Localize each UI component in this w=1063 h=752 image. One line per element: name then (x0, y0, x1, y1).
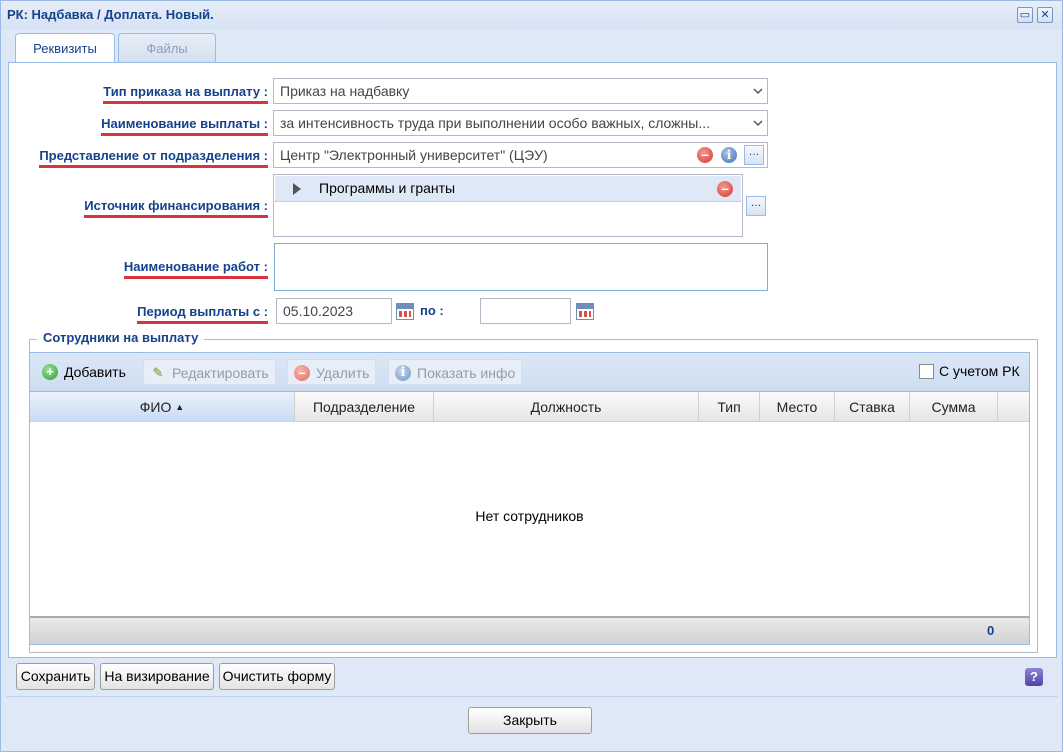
plus-icon: + (42, 364, 58, 380)
payment-name-combo[interactable]: за интенсивность труда при выполнении ос… (273, 110, 768, 136)
department-field[interactable]: Центр "Электронный университет" (ЦЭУ) – … (273, 142, 768, 168)
select-funding-button[interactable]: … (746, 196, 766, 216)
work-name-label: Наименование работ : (123, 259, 268, 279)
column-header-label: ФИО (139, 399, 172, 415)
close-button[interactable]: Закрыть (468, 707, 592, 734)
column-header-type[interactable]: Тип (699, 392, 760, 422)
order-type-label: Тип приказа на выплату : (103, 84, 268, 104)
show-info-button[interactable]: i Показать инфо (388, 359, 523, 385)
order-type-combo[interactable]: Приказ на надбавку (273, 78, 768, 104)
grid-summary-row: 0 (30, 616, 1029, 644)
with-rk-label: С учетом РК (939, 363, 1020, 379)
delete-employee-button[interactable]: – Удалить (287, 359, 377, 385)
edit-employee-button[interactable]: ✎ Редактировать (143, 359, 276, 385)
grid-toolbar: + Добавить ✎ Редактировать – Удалить i П… (30, 353, 1029, 392)
clear-form-button[interactable]: Очистить форму (219, 663, 335, 690)
column-header-position[interactable]: Должность (434, 392, 699, 422)
calendar-icon[interactable] (576, 303, 594, 320)
chevron-down-icon[interactable] (753, 87, 763, 95)
save-button[interactable]: Сохранить (16, 663, 95, 690)
info-icon: i (395, 365, 411, 381)
maximize-button[interactable]: ▭ (1017, 7, 1033, 23)
grid-header: ФИО ▲ Подразделение Должность Тип Место … (30, 392, 1029, 422)
payment-name-label: Наименование выплаты : (101, 116, 268, 136)
delete-employee-label: Удалить (316, 365, 370, 381)
department-label: Представление от подразделения : (39, 148, 268, 168)
select-department-button[interactable]: … (744, 145, 764, 165)
maximize-icon: ▭ (1019, 9, 1031, 21)
info-icon[interactable]: i (721, 147, 737, 163)
employees-grid: + Добавить ✎ Редактировать – Удалить i П… (29, 352, 1030, 645)
payment-name-value: за интенсивность труда при выполнении ос… (280, 115, 711, 131)
total-sum: 0 (987, 623, 995, 638)
period-to-field[interactable] (480, 298, 571, 324)
divider (6, 696, 1058, 697)
remove-icon[interactable]: – (697, 147, 713, 163)
show-info-label: Показать инфо (417, 365, 516, 381)
send-to-approval-button[interactable]: На визирование (100, 663, 214, 690)
period-label: Период выплаты с : (137, 304, 268, 324)
funding-label: Источник финансирования : (84, 198, 268, 218)
order-type-value: Приказ на надбавку (280, 83, 410, 99)
dialog-window: РК: Надбавка / Доплата. Новый. ▭ ✕ Рекви… (0, 0, 1063, 752)
requisites-panel: Тип приказа на выплату : Приказ на надба… (8, 62, 1057, 658)
funding-item-label: Программы и гранты (319, 180, 456, 196)
sort-asc-icon: ▲ (175, 402, 185, 412)
period-to-label: по : (420, 303, 444, 318)
column-header-fio[interactable]: ФИО ▲ (30, 392, 295, 422)
period-from-value: 05.10.2023 (283, 303, 354, 319)
title-bar: РК: Надбавка / Доплата. Новый. ▭ ✕ (1, 1, 1062, 29)
pencil-icon: ✎ (152, 365, 164, 380)
empty-grid-text: Нет сотрудников (475, 508, 584, 524)
tab-files[interactable]: Файлы (118, 33, 216, 63)
remove-icon: – (294, 365, 310, 381)
funding-item[interactable]: Программы и гранты – (275, 176, 741, 202)
employees-legend: Сотрудники на выплату (37, 330, 205, 345)
close-window-button[interactable]: ✕ (1037, 7, 1053, 23)
work-name-textarea[interactable] (274, 243, 768, 291)
remove-icon[interactable]: – (717, 181, 733, 197)
tab-bar: Реквизиты Файлы (8, 31, 1057, 64)
chevron-down-icon[interactable] (753, 119, 763, 127)
close-icon: ✕ (1040, 9, 1050, 21)
tab-requisites[interactable]: Реквизиты (15, 33, 115, 64)
column-header-sum[interactable]: Сумма (910, 392, 998, 422)
add-employee-label: Добавить (64, 364, 126, 380)
funding-list[interactable]: Программы и гранты – (273, 174, 743, 237)
column-header-place[interactable]: Место (760, 392, 835, 422)
edit-employee-label: Редактировать (172, 365, 269, 381)
column-header-department[interactable]: Подразделение (295, 392, 434, 422)
with-rk-checkbox[interactable] (919, 364, 934, 379)
add-employee-button[interactable]: + Добавить (36, 359, 132, 385)
calendar-icon[interactable] (396, 303, 414, 320)
window-title: РК: Надбавка / Доплата. Новый. (7, 7, 214, 22)
help-icon[interactable]: ? (1025, 668, 1043, 686)
department-value: Центр "Электронный университет" (ЦЭУ) (280, 147, 548, 163)
column-header-rate[interactable]: Ставка (835, 392, 910, 422)
period-from-field[interactable]: 05.10.2023 (276, 298, 392, 324)
expand-arrow-icon[interactable] (292, 183, 302, 195)
